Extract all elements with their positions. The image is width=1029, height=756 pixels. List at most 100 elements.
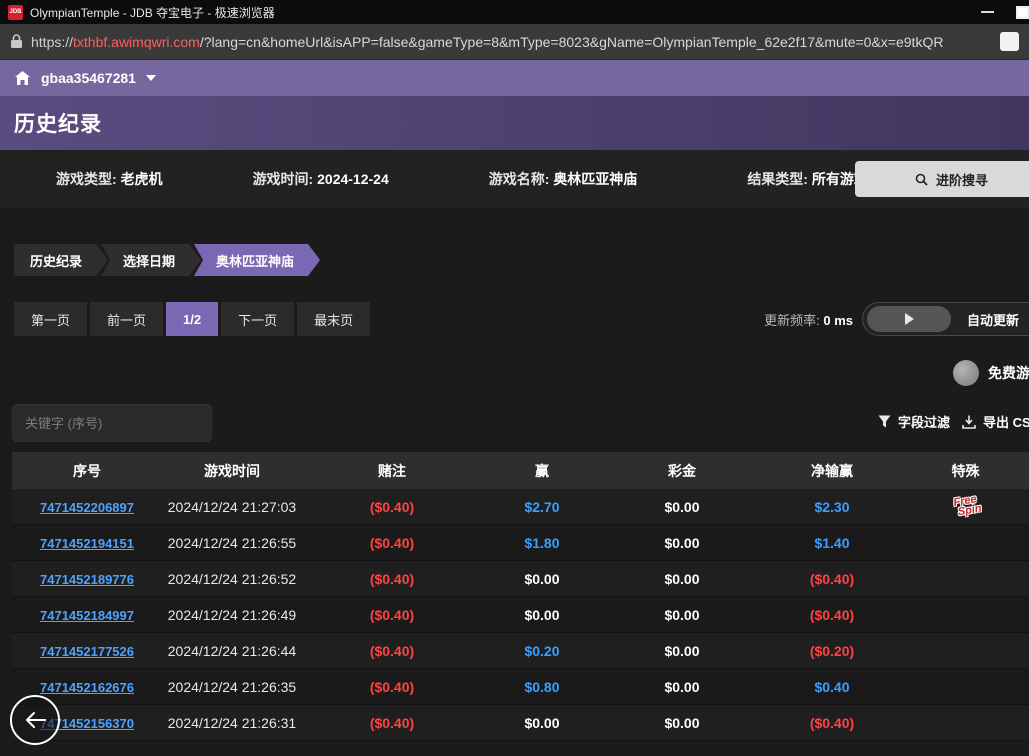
bet-cell: ($0.40) (302, 607, 482, 623)
table-row: 7471452206897 2024/12/24 21:27:03 ($0.40… (12, 489, 1029, 525)
win-cell: $0.00 (482, 607, 602, 623)
bet-cell: ($0.40) (302, 535, 482, 551)
net-cell: $1.40 (762, 535, 902, 551)
arrow-left-icon (24, 711, 46, 729)
history-table: 序号 游戏时间 赌注 赢 彩金 净输赢 特殊 7471452206897 202… (12, 452, 1029, 741)
free-game-label: 免费游戏 (988, 363, 1029, 383)
table-header-row: 序号 游戏时间 赌注 赢 彩金 净输赢 特殊 (12, 452, 1029, 489)
net-cell: ($0.40) (762, 571, 902, 587)
win-cell: $0.80 (482, 679, 602, 695)
table-body: 7471452206897 2024/12/24 21:27:03 ($0.40… (12, 489, 1029, 741)
game-time-cell: 2024/12/24 21:26:31 (162, 715, 302, 731)
round-id-link[interactable]: 7471452206897 (40, 500, 134, 515)
advanced-search-button[interactable]: 进阶搜寻 (855, 161, 1029, 197)
home-icon[interactable] (14, 70, 31, 86)
breadcrumb-history[interactable]: 历史纪录 (14, 244, 108, 276)
current-page-indicator[interactable]: 1/2 (166, 302, 218, 336)
filter-summary-bar: 游戏类型: 老虎机 游戏时间: 2024-12-24 游戏名称: 奥林匹亚神庙 … (0, 150, 1029, 208)
first-page-button[interactable]: 第一页 (14, 302, 87, 336)
play-button[interactable] (867, 306, 951, 332)
jackpot-cell: $0.00 (602, 535, 762, 551)
username-label[interactable]: gbaa35467281 (41, 70, 136, 86)
filter-game-date: 游戏时间: 2024-12-24 (253, 169, 389, 189)
next-page-button[interactable]: 下一页 (221, 302, 294, 336)
bet-cell: ($0.40) (302, 499, 482, 515)
breadcrumb-game-name[interactable]: 奥林匹亚神庙 (194, 244, 320, 276)
bet-cell: ($0.40) (302, 715, 482, 731)
game-time-cell: 2024/12/24 21:26:52 (162, 571, 302, 587)
table-row: 7471452177526 2024/12/24 21:26:44 ($0.40… (12, 633, 1029, 669)
win-cell: $0.00 (482, 571, 602, 587)
game-time-cell: 2024/12/24 21:26:49 (162, 607, 302, 623)
net-cell: ($0.40) (762, 607, 902, 623)
maximize-icon[interactable] (1016, 6, 1029, 19)
url-protocol: https:// (31, 34, 73, 50)
prev-page-button[interactable]: 前一页 (90, 302, 163, 336)
browser-extension-icon[interactable] (1000, 32, 1019, 51)
window-title: OlympianTemple - JDB 夺宝电子 - 极速浏览器 (30, 4, 275, 21)
bet-cell: ($0.40) (302, 571, 482, 587)
free-game-filter[interactable]: 免费游戏 (953, 360, 1029, 386)
jackpot-cell: $0.00 (602, 499, 762, 515)
breadcrumb: 历史纪录 选择日期 奥林匹亚神庙 (14, 244, 1029, 276)
filter-result-type: 结果类型: 所有游戏 (747, 169, 868, 189)
special-cell: FreeSpin (902, 496, 1029, 517)
lock-icon (10, 34, 23, 49)
col-header-jackpot: 彩金 (602, 461, 762, 481)
net-cell: $2.30 (762, 499, 902, 515)
download-icon (962, 415, 976, 429)
jackpot-cell: $0.00 (602, 679, 762, 695)
win-cell: $0.20 (482, 643, 602, 659)
jackpot-cell: $0.00 (602, 571, 762, 587)
round-id-link[interactable]: 7471452184997 (40, 608, 134, 623)
col-header-time: 游戏时间 (162, 461, 302, 481)
round-id-link[interactable]: 7471452177526 (40, 644, 134, 659)
game-time-cell: 2024/12/24 21:26:55 (162, 535, 302, 551)
jdb-favicon-icon: JDB (8, 5, 23, 20)
chevron-down-icon[interactable] (146, 75, 156, 81)
round-id-link[interactable]: 7471452162676 (40, 680, 134, 695)
play-icon (905, 313, 914, 325)
auto-update-toggle[interactable]: 自动更新 (862, 302, 1029, 336)
magnifier-icon (915, 173, 928, 186)
round-id-link[interactable]: 7471452194151 (40, 536, 134, 551)
last-page-button[interactable]: 最末页 (297, 302, 370, 336)
game-time-cell: 2024/12/24 21:26:44 (162, 643, 302, 659)
col-header-net: 净输赢 (762, 461, 902, 481)
free-spin-badge: FreeSpin (949, 494, 982, 519)
table-row: 7471452189776 2024/12/24 21:26:52 ($0.40… (12, 561, 1029, 597)
table-row: 7471452156370 2024/12/24 21:26:31 ($0.40… (12, 705, 1029, 741)
table-row: 7471452184997 2024/12/24 21:26:49 ($0.40… (12, 597, 1029, 633)
game-time-cell: 2024/12/24 21:27:03 (162, 499, 302, 515)
round-id-link[interactable]: 7471452189776 (40, 572, 134, 587)
window-titlebar: JDB OlympianTemple - JDB 夺宝电子 - 极速浏览器 (0, 0, 1029, 24)
search-input[interactable] (12, 404, 212, 442)
game-time-cell: 2024/12/24 21:26:35 (162, 679, 302, 695)
export-csv-button[interactable]: 导出 CSV (962, 412, 1029, 431)
bet-cell: ($0.40) (302, 643, 482, 659)
jackpot-cell: $0.00 (602, 607, 762, 623)
jackpot-cell: $0.00 (602, 715, 762, 731)
table-toolbar: 字段过滤 导出 CSV (0, 404, 1029, 442)
filter-game-name: 游戏名称: 奥林匹亚神庙 (489, 169, 638, 189)
filter-game-type: 游戏类型: 老虎机 (56, 169, 163, 189)
col-header-serial: 序号 (12, 461, 162, 481)
back-button[interactable] (10, 695, 60, 745)
breadcrumb-select-date[interactable]: 选择日期 (101, 244, 201, 276)
field-filter-button[interactable]: 字段过滤 (878, 412, 950, 431)
page-title-band: 历史纪录 (0, 96, 1029, 150)
win-cell: $2.70 (482, 499, 602, 515)
free-game-row: 免费游戏 (0, 360, 1029, 388)
auto-update-label: 自动更新 (967, 310, 1019, 329)
col-header-bet: 赌注 (302, 461, 482, 481)
table-row: 7471452162676 2024/12/24 21:26:35 ($0.40… (12, 669, 1029, 705)
minimize-icon[interactable] (981, 11, 994, 13)
pagination-bar: 第一页 前一页 1/2 下一页 最末页 更新频率: 0 ms 自动更新 (14, 302, 1029, 336)
address-bar[interactable]: https://txthbf.awimqwri.com/?lang=cn&hom… (0, 24, 1029, 60)
url-domain: txthbf.awimqwri.com (73, 34, 200, 50)
net-cell: ($0.40) (762, 715, 902, 731)
refresh-rate: 更新频率: 0 ms (764, 310, 853, 329)
free-game-icon (953, 360, 979, 386)
url-text[interactable]: https://txthbf.awimqwri.com/?lang=cn&hom… (31, 34, 943, 50)
col-header-win: 赢 (482, 461, 602, 481)
